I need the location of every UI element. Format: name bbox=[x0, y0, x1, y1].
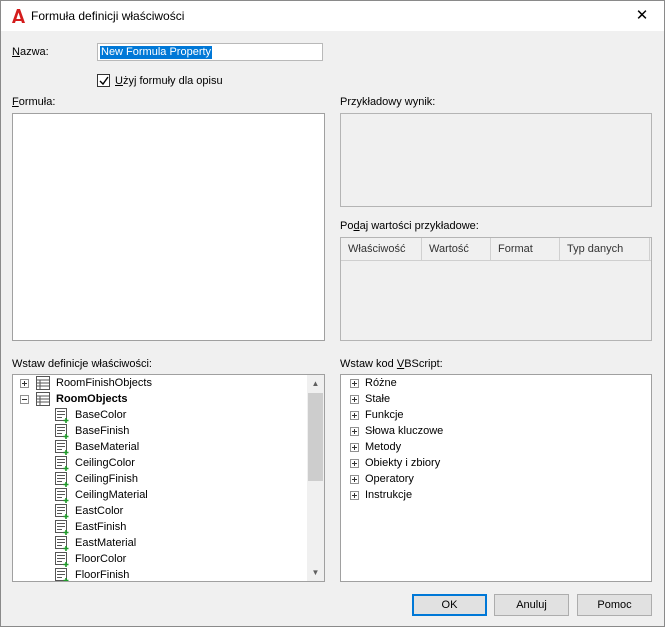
expand-icon[interactable] bbox=[350, 491, 359, 500]
vbscript-category-label: Stałe bbox=[365, 393, 391, 405]
tree-item-label: RoomObjects bbox=[56, 393, 128, 405]
tree-item-label: FloorColor bbox=[75, 553, 127, 565]
property-definition-icon bbox=[55, 408, 69, 423]
sample-values-grid[interactable]: Właściwość Wartość Format Typ danych bbox=[340, 237, 652, 341]
scroll-thumb[interactable] bbox=[308, 393, 323, 481]
vbscript-category-label: Operatory bbox=[365, 473, 414, 485]
name-input-value: New Formula Property bbox=[100, 46, 213, 59]
property-definition-icon bbox=[55, 504, 69, 519]
tree-item-label: EastColor bbox=[75, 505, 124, 517]
column-header-value[interactable]: Wartość bbox=[422, 238, 491, 260]
sample-result-box bbox=[340, 113, 652, 207]
grid-header: Właściwość Wartość Format Typ danych bbox=[341, 238, 651, 261]
use-formula-label[interactable]: Użyj formuły dla opisu bbox=[115, 75, 223, 87]
autocad-logo-icon bbox=[12, 9, 25, 23]
title-bar: Formuła definicji właściwości ✕ bbox=[1, 1, 664, 31]
tree-item-label: FloorFinish bbox=[75, 569, 130, 581]
checkmark-icon bbox=[99, 76, 109, 86]
vbscript-tree[interactable]: Różne Stałe Funkcje Słowa kluczowe Metody Obi… bbox=[340, 374, 652, 582]
tree-item-label: CeilingFinish bbox=[75, 473, 138, 485]
vbscript-category-label: Obiekty i zbiory bbox=[365, 457, 441, 469]
column-header-data-type[interactable]: Typ danych bbox=[560, 238, 650, 260]
expand-icon[interactable] bbox=[350, 459, 359, 468]
cancel-button[interactable]: Anuluj bbox=[494, 594, 569, 616]
tree-item-label: BaseFinish bbox=[75, 425, 130, 437]
expand-icon[interactable] bbox=[350, 443, 359, 452]
tree-item-label: RoomFinishObjects bbox=[56, 377, 152, 389]
sample-values-label: Podaj wartości przykładowe: bbox=[340, 220, 479, 232]
vbscript-category-label: Funkcje bbox=[365, 409, 404, 421]
use-formula-checkbox[interactable] bbox=[97, 74, 110, 87]
tree-item-label: CeilingMaterial bbox=[75, 489, 148, 501]
tree-item-label: EastFinish bbox=[75, 521, 127, 533]
tree-item-label: EastMaterial bbox=[75, 537, 137, 549]
scroll-up-icon[interactable]: ▲ bbox=[307, 375, 324, 392]
tree-item-label: BaseMaterial bbox=[75, 441, 140, 453]
object-table-icon bbox=[36, 392, 50, 406]
property-definition-icon bbox=[55, 488, 69, 503]
vbscript-category-label: Słowa kluczowe bbox=[365, 425, 444, 437]
close-button[interactable]: ✕ bbox=[620, 1, 664, 31]
tree-item-label: BaseColor bbox=[75, 409, 127, 421]
property-definition-icon bbox=[55, 424, 69, 439]
vbscript-category-label: Instrukcje bbox=[365, 489, 413, 501]
expand-icon[interactable] bbox=[20, 379, 29, 388]
property-definition-icon bbox=[55, 568, 69, 581]
insert-property-label: Wstaw definicje właściwości: bbox=[12, 358, 152, 370]
help-button[interactable]: Pomoc bbox=[577, 594, 652, 616]
vbscript-label: Wstaw kod VBScript: bbox=[340, 358, 443, 370]
collapse-icon[interactable] bbox=[20, 395, 29, 404]
expand-icon[interactable] bbox=[350, 395, 359, 404]
property-definition-icon bbox=[55, 472, 69, 487]
property-definition-icon bbox=[55, 536, 69, 551]
close-icon: ✕ bbox=[635, 7, 649, 24]
scroll-down-icon[interactable]: ▼ bbox=[307, 564, 324, 581]
column-header-property[interactable]: Właściwość bbox=[341, 238, 422, 260]
property-definition-icon bbox=[55, 456, 69, 471]
sample-result-label: Przykładowy wynik: bbox=[340, 96, 436, 108]
formula-label: Formuła: bbox=[12, 96, 56, 108]
property-definition-icon bbox=[55, 520, 69, 535]
expand-icon[interactable] bbox=[350, 411, 359, 420]
expand-icon[interactable] bbox=[350, 427, 359, 436]
name-label: Nazwa: bbox=[12, 46, 49, 58]
window-title: Formuła definicji właściwości bbox=[31, 9, 185, 23]
ok-button[interactable]: OK bbox=[412, 594, 487, 616]
name-input[interactable]: New Formula Property bbox=[97, 43, 323, 61]
tree-item-label: CeilingColor bbox=[75, 457, 135, 469]
property-tree[interactable]: RoomFinishObjects RoomObjects BaseColor B… bbox=[12, 374, 325, 582]
property-definition-icon bbox=[55, 440, 69, 455]
column-header-format[interactable]: Format bbox=[491, 238, 560, 260]
vbscript-category-label: Metody bbox=[365, 441, 402, 453]
object-table-icon bbox=[36, 376, 50, 390]
vbscript-category-label: Różne bbox=[365, 377, 397, 389]
property-definition-icon bbox=[55, 552, 69, 567]
property-tree-scrollbar[interactable]: ▲ ▼ bbox=[307, 375, 324, 581]
expand-icon[interactable] bbox=[350, 475, 359, 484]
formula-definition-dialog: Formuła definicji właściwości ✕ Nazwa: N… bbox=[0, 0, 665, 627]
formula-textarea[interactable] bbox=[12, 113, 325, 341]
expand-icon[interactable] bbox=[350, 379, 359, 388]
